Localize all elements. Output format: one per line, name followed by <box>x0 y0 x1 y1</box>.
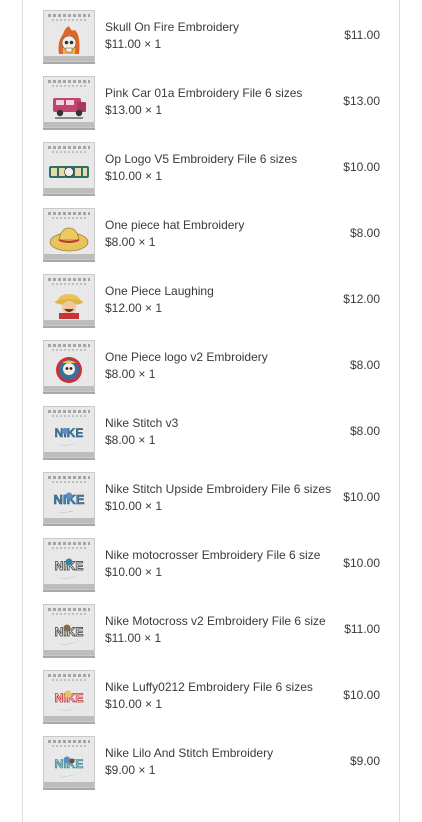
item-total: $9.00 <box>349 754 380 768</box>
item-price-quantity: $11.00 × 1 <box>105 631 162 645</box>
nike-stitch-upside-icon: NIKE <box>43 472 95 524</box>
item-total: $13.00 <box>343 94 380 108</box>
jolly-roger-icon <box>43 340 95 392</box>
item-name: One Piece Laughing <box>105 284 214 298</box>
order-item: Pink Car 01a Embroidery File 6 sizes $13… <box>23 70 399 136</box>
item-name: Skull On Fire Embroidery <box>105 20 240 34</box>
order-item: NIKE Nike Stitch v3 $8.00 × 1 $8.00 <box>23 400 399 466</box>
item-price-quantity: $10.00 × 1 <box>105 169 163 183</box>
nike-motocross-icon: NIKE <box>43 538 95 590</box>
item-total: $11.00 <box>344 622 380 636</box>
order-item: One Piece logo v2 Embroidery $8.00 × 1 $… <box>23 334 399 400</box>
item-name: Op Logo V5 Embroidery File 6 sizes <box>105 152 298 166</box>
order-item: One Piece Laughing $12.00 × 1 $12.00 <box>23 268 399 334</box>
item-price-quantity: $9.00 × 1 <box>105 763 156 777</box>
item-price-quantity: $11.00 × 1 <box>105 37 162 51</box>
order-item: NIKE Nike Lilo And Stitch Embroidery $9.… <box>23 730 399 796</box>
item-total: $10.00 <box>343 160 380 174</box>
item-total: $12.00 <box>343 292 380 306</box>
pink-car-icon <box>43 76 95 128</box>
item-name: Nike Stitch Upside Embroidery File 6 siz… <box>105 482 332 496</box>
item-price-quantity: $10.00 × 1 <box>105 697 163 711</box>
item-name: Nike Lilo And Stitch Embroidery <box>105 746 274 760</box>
nike-stitch-icon: NIKE <box>43 406 95 458</box>
item-name: Nike Motocross v2 Embroidery File 6 size <box>105 614 326 628</box>
item-price-quantity: $12.00 × 1 <box>105 301 163 315</box>
skull-fire-icon <box>43 10 95 62</box>
item-name: One Piece logo v2 Embroidery <box>105 350 268 364</box>
item-price-quantity: $8.00 × 1 <box>105 433 156 447</box>
order-summary-panel: Skull On Fire Embroidery $11.00 × 1 $11.… <box>22 0 400 822</box>
straw-hat-icon <box>43 208 95 260</box>
item-name: One piece hat Embroidery <box>105 218 245 232</box>
item-total: $11.00 <box>344 28 380 42</box>
item-name: Nike Luffy0212 Embroidery File 6 sizes <box>105 680 313 694</box>
svg-text:NIKE: NIKE <box>55 426 84 440</box>
nike-lilo-stitch-icon: NIKE <box>43 736 95 788</box>
order-item: NIKE Nike motocrosser Embroidery File 6 … <box>23 532 399 598</box>
item-price-quantity: $13.00 × 1 <box>105 103 163 117</box>
item-price-quantity: $10.00 × 1 <box>105 565 163 579</box>
order-item: Op Logo V5 Embroidery File 6 sizes $10.0… <box>23 136 399 202</box>
order-item: One piece hat Embroidery $8.00 × 1 $8.00 <box>23 202 399 268</box>
item-total: $8.00 <box>349 358 380 372</box>
nike-luffy-icon: NIKE <box>43 670 95 722</box>
laughing-character-icon <box>43 274 95 326</box>
item-total: $8.00 <box>349 424 380 438</box>
item-total: $8.00 <box>349 226 380 240</box>
nike-motocross-v2-icon: NIKE <box>43 604 95 656</box>
item-name: Pink Car 01a Embroidery File 6 sizes <box>105 86 303 100</box>
one-piece-logo-icon <box>43 142 95 194</box>
item-price-quantity: $8.00 × 1 <box>105 367 156 381</box>
item-name: Nike motocrosser Embroidery File 6 size <box>105 548 321 562</box>
order-item: NIKE Nike Luffy0212 Embroidery File 6 si… <box>23 664 399 730</box>
item-price-quantity: $8.00 × 1 <box>105 235 156 249</box>
order-item: NIKE Nike Stitch Upside Embroidery File … <box>23 466 399 532</box>
item-price-quantity: $10.00 × 1 <box>105 499 163 513</box>
item-total: $10.00 <box>343 688 380 702</box>
item-total: $10.00 <box>343 490 380 504</box>
order-items-list: Skull On Fire Embroidery $11.00 × 1 $11.… <box>23 4 399 796</box>
order-item: NIKE Nike Motocross v2 Embroidery File 6… <box>23 598 399 664</box>
item-name: Nike Stitch v3 <box>105 416 179 430</box>
item-total: $10.00 <box>343 556 380 570</box>
order-item: Skull On Fire Embroidery $11.00 × 1 $11.… <box>23 4 399 70</box>
